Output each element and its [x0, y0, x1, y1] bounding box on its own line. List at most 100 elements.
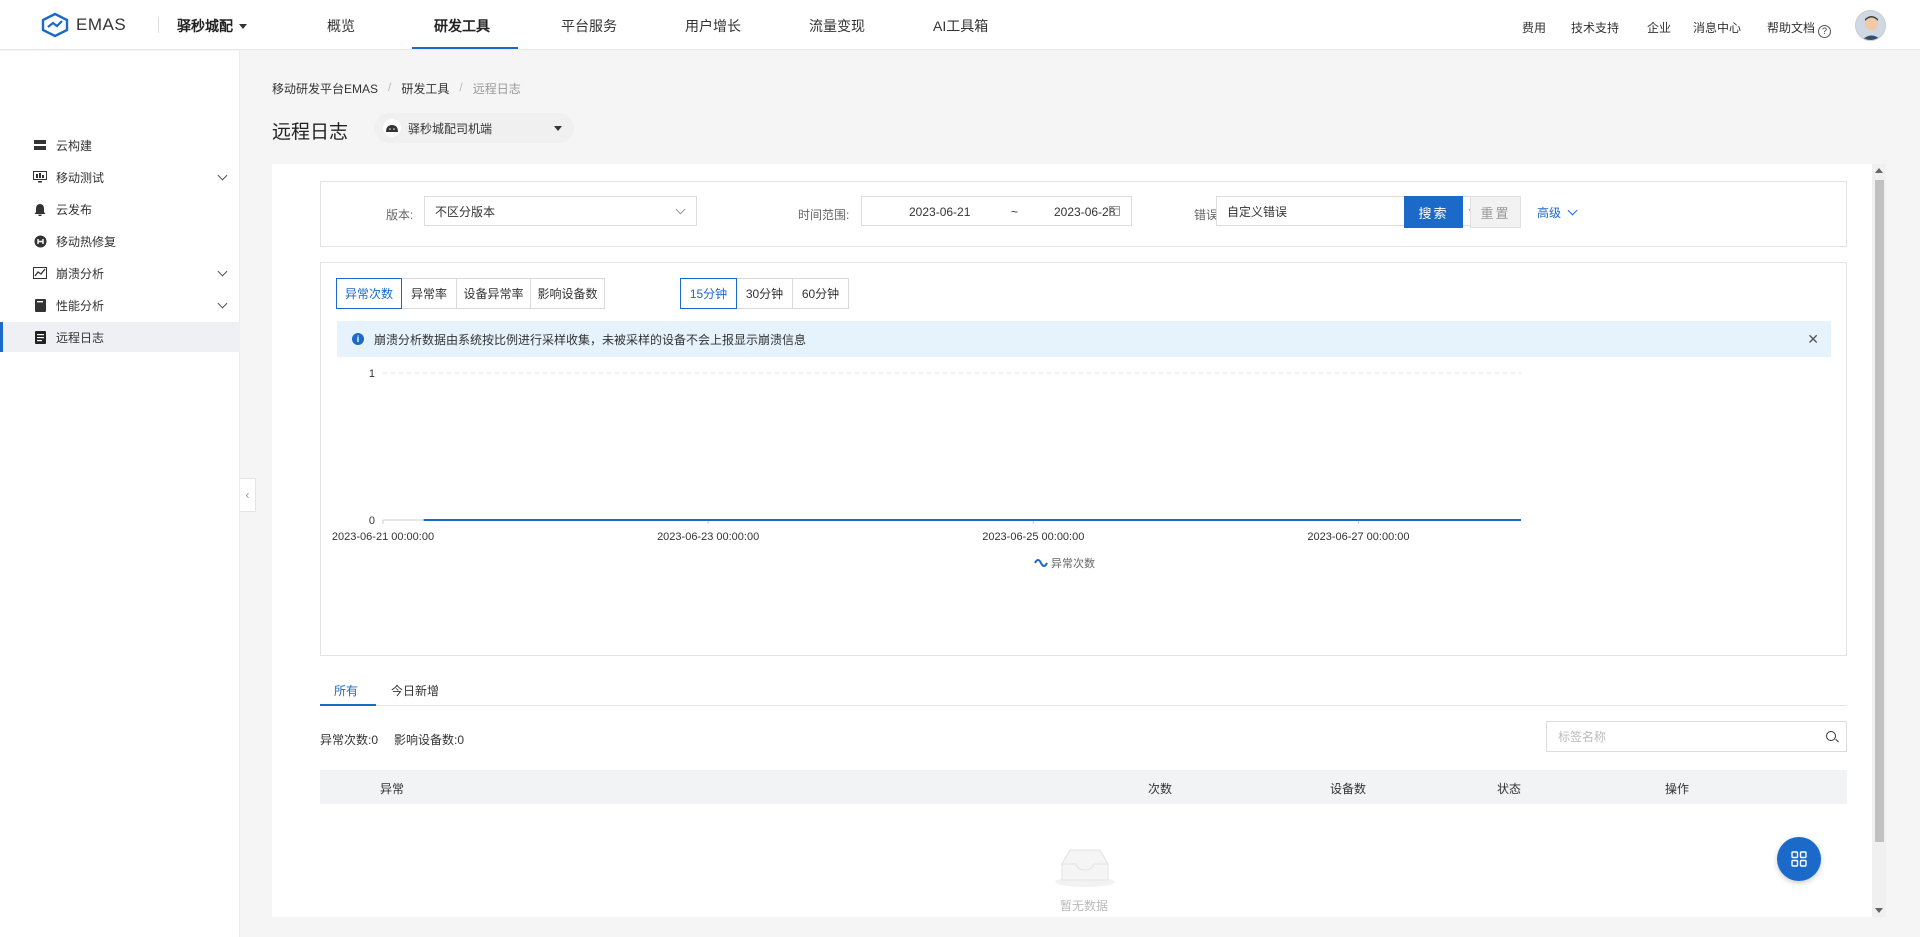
empty-state-text: 暂无数据 [1060, 899, 1109, 913]
exception-count-chart: 0 1 2023-06-21 00:00:00 2023-06-23 00:00:00… [332, 368, 1521, 570]
metric-tab-device-exception-rate[interactable]: 设备异常率 [456, 278, 531, 309]
metric-tab-exception-count[interactable]: 异常次数 [336, 278, 402, 309]
caret-down-icon [239, 23, 247, 29]
sidebar-item-cloud-release[interactable]: 云发布 [0, 194, 240, 224]
sidebar-item-hotfix[interactable]: 移动热修复 [0, 226, 240, 256]
build-icon [33, 138, 47, 152]
nav-platform-services[interactable]: 平台服务 [561, 16, 617, 36]
sampling-notice: i 崩溃分析数据由系统按比例进行采样收集，未被采样的设备不会上报显示崩溃信息 ✕ [337, 321, 1831, 357]
emas-logo-icon [41, 12, 69, 38]
date-separator: ~ [1011, 205, 1019, 219]
book-icon [33, 298, 47, 312]
emas-logo[interactable]: EMAS [40, 12, 126, 38]
header-divider [158, 17, 159, 33]
sidebar-item-cloud-build[interactable]: 云构建 [0, 130, 240, 160]
log-icon [33, 330, 47, 344]
nav-ai-toolbox[interactable]: AI工具箱 [933, 16, 988, 36]
metric-tab-affected-devices[interactable]: 影响设备数 [530, 278, 605, 309]
breadcrumb-separator: / [459, 80, 463, 94]
app-selector[interactable]: 驿秒城配司机端 [374, 113, 574, 143]
sidebar-item-label: 移动热修复 [56, 234, 117, 249]
y-tick-label: 0 [369, 515, 375, 527]
tab-today-new[interactable]: 今日新增 [391, 682, 439, 699]
interval-tab-15min[interactable]: 15分钟 [680, 278, 737, 309]
metric-tab-exception-rate[interactable]: 异常率 [401, 278, 457, 309]
chart-panel: 异常次数 异常率 设备异常率 影响设备数 15分钟 30分钟 60分钟 i 崩溃… [320, 262, 1847, 656]
table-header: 异常 次数 设备数 状态 操作 [320, 770, 1847, 804]
sidebar-item-label: 崩溃分析 [56, 266, 105, 281]
reset-button[interactable]: 重置 [1470, 196, 1521, 228]
info-icon: i [352, 333, 364, 345]
app-switcher[interactable]: 驿秒城配 [177, 16, 247, 36]
apps-grid-button[interactable] [1777, 837, 1821, 881]
scroll-up-arrow[interactable] [1875, 168, 1883, 173]
android-icon [383, 119, 401, 137]
enterprise-link[interactable]: 企业 [1647, 19, 1671, 36]
time-range-label: 时间范围: [798, 208, 850, 222]
x-tick-label: 2023-06-23 00:00:00 [657, 531, 759, 543]
breadcrumb: 移动研发平台EMAS / 研发工具 / 远程日志 [272, 80, 521, 97]
date-start: 2023-06-21 [909, 205, 971, 219]
sidebar-item-crash-analysis[interactable]: 崩溃分析 [0, 258, 240, 288]
app-selector-label: 驿秒城配司机端 [408, 121, 493, 136]
sidebar-item-label: 云发布 [56, 202, 93, 217]
summary-stats: 异常次数:0 影响设备数:0 [320, 731, 464, 748]
legend-label: 异常次数 [1051, 556, 1095, 570]
top-navigation-bar: EMAS 驿秒城配 概览 研发工具 平台服务 用户增长 流量变现 AI工具箱 费… [0, 0, 1920, 50]
sidebar-collapse-toggle[interactable]: ‹ [240, 478, 256, 512]
breadcrumb-current: 远程日志 [472, 82, 521, 96]
filter-panel: 版本: 不区分版本 时间范围: 2023-06-21 ~ 2023-06-28 … [320, 181, 1847, 247]
monitor-icon [33, 170, 47, 184]
chevron-left-icon: ‹ [245, 488, 250, 502]
column-count: 次数 [1148, 782, 1173, 796]
bell-icon [33, 202, 47, 216]
nav-user-growth[interactable]: 用户增长 [685, 16, 741, 36]
user-avatar[interactable] [1855, 10, 1886, 41]
interval-tab-30min[interactable]: 30分钟 [736, 278, 793, 309]
nav-dev-tools[interactable]: 研发工具 [434, 16, 490, 36]
nav-overview[interactable]: 概览 [327, 16, 355, 36]
version-label: 版本: [386, 208, 414, 222]
search-icon[interactable] [1826, 731, 1836, 741]
breadcrumb-root[interactable]: 移动研发平台EMAS [272, 80, 378, 97]
fees-link[interactable]: 费用 [1522, 19, 1546, 36]
chart-icon [33, 266, 47, 280]
sidebar-item-performance[interactable]: 性能分析 [0, 290, 240, 320]
advanced-toggle[interactable]: 高级 [1537, 204, 1578, 221]
affected-devices-stat: 影响设备数:0 [394, 733, 465, 747]
version-select[interactable]: 不区分版本 [424, 196, 697, 226]
scroll-down-arrow[interactable] [1875, 908, 1883, 913]
metric-tabs: 异常次数 异常率 设备异常率 影响设备数 [336, 278, 605, 309]
help-docs-link[interactable]: 帮助文档? [1767, 19, 1832, 38]
interval-tabs: 15分钟 30分钟 60分钟 [680, 278, 849, 309]
breadcrumb-section[interactable]: 研发工具 [401, 80, 449, 97]
question-circle-icon: ? [1818, 25, 1832, 38]
grid-icon [1791, 851, 1807, 867]
x-tick-label: 2023-06-25 00:00:00 [982, 531, 1084, 543]
legend-swatch [1034, 559, 1048, 567]
sidebar-item-mobile-testing[interactable]: 移动测试 [0, 162, 240, 192]
message-center-link[interactable]: 消息中心 [1693, 19, 1741, 36]
sidebar-item-remote-log[interactable]: 远程日志 [0, 322, 240, 352]
date-range-picker[interactable]: 2023-06-21 ~ 2023-06-28 [861, 196, 1132, 226]
vertical-scrollbar[interactable] [1872, 164, 1886, 917]
notice-text: 崩溃分析数据由系统按比例进行采样收集，未被采样的设备不会上报显示崩溃信息 [374, 332, 807, 347]
support-link[interactable]: 技术支持 [1571, 19, 1619, 36]
tag-search-input[interactable] [1558, 729, 1808, 744]
sidebar: 云构建 移动测试 云发布 移动热修复 崩溃分析 性能分析 远程日志 [0, 51, 240, 937]
nav-monetization[interactable]: 流量变现 [809, 16, 865, 36]
error-type-value: 自定义错误 [1227, 204, 1288, 219]
chevron-down-icon [217, 266, 228, 277]
close-icon[interactable]: ✕ [1807, 331, 1819, 348]
page-title: 远程日志 [272, 122, 349, 143]
interval-tab-60min[interactable]: 60分钟 [792, 278, 849, 309]
advanced-label: 高级 [1537, 206, 1562, 220]
active-tab-indicator [320, 704, 376, 706]
search-button[interactable]: 搜索 [1404, 196, 1463, 228]
tab-all[interactable]: 所有 [334, 682, 358, 699]
exception-count-stat: 异常次数:0 [320, 733, 379, 747]
breadcrumb-separator: / [388, 80, 392, 94]
y-tick-label: 1 [369, 368, 375, 380]
column-status: 状态 [1497, 782, 1522, 796]
scroll-thumb[interactable] [1875, 180, 1884, 842]
